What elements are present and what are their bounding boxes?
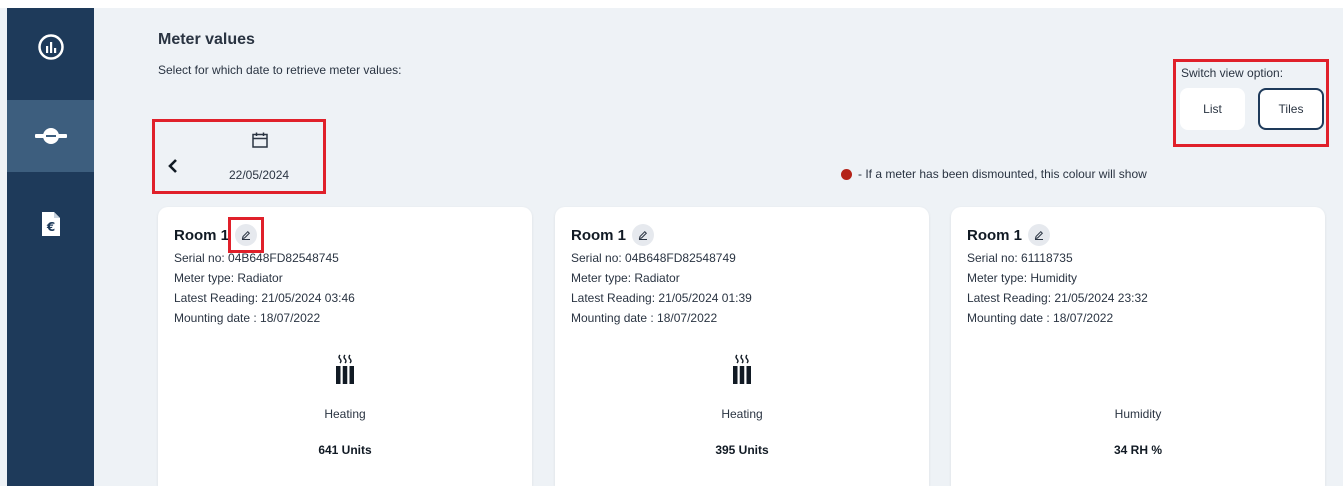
mounting-date: Mounting date : 18/07/2022 xyxy=(174,311,321,325)
meter-type: Meter type: Radiator xyxy=(174,271,283,285)
view-switch-label: Switch view option: xyxy=(1181,66,1284,80)
room-name: Room 1 xyxy=(571,226,627,244)
meter-card[interactable]: Room 1 Serial no: 04B648FD82548745 Meter… xyxy=(158,207,532,486)
sidebar-item-dashboard[interactable] xyxy=(7,11,94,83)
radiator-icon xyxy=(336,354,354,384)
serial-number: Serial no: 04B648FD82548749 xyxy=(571,251,736,265)
mounting-date: Mounting date : 18/07/2022 xyxy=(967,311,1114,325)
meter-value: 641 Units xyxy=(318,443,372,457)
chart-circle-icon xyxy=(37,34,64,60)
date-picker: 22/05/2024 xyxy=(152,119,326,194)
meter-category: Heating xyxy=(324,407,366,421)
meter-type: Meter type: Radiator xyxy=(571,271,680,285)
euro-document-icon: € xyxy=(41,212,60,236)
highlight-box xyxy=(228,217,265,253)
sidebar: € xyxy=(7,8,94,486)
page-title: Meter values xyxy=(158,31,255,48)
meter-type: Meter type: Humidity xyxy=(967,271,1078,285)
page-subtitle: Select for which date to retrieve meter … xyxy=(158,63,402,77)
sidebar-item-meters[interactable] xyxy=(7,100,94,172)
latest-reading: Latest Reading: 21/05/2024 23:32 xyxy=(967,291,1148,305)
list-view-button[interactable]: List xyxy=(1180,88,1245,130)
mounting-date: Mounting date : 18/07/2022 xyxy=(571,311,718,325)
meter-card[interactable]: Room 1 Serial no: 04B648FD82548749 Meter… xyxy=(555,207,929,486)
meter-category: Humidity xyxy=(1114,407,1162,421)
dismounted-color-dot xyxy=(841,168,852,180)
meter-value: 395 Units xyxy=(715,443,769,457)
pencil-icon xyxy=(638,230,648,240)
serial-number: Serial no: 61118735 xyxy=(967,251,1073,265)
sidebar-item-billing[interactable]: € xyxy=(7,188,94,260)
edit-button[interactable] xyxy=(1028,224,1051,246)
chevron-left-icon[interactable] xyxy=(168,158,178,174)
view-switch: Switch view option: List Tiles xyxy=(1173,59,1329,147)
legend-text: - If a meter has been dismounted, this c… xyxy=(858,167,1147,181)
top-strip xyxy=(0,0,1343,8)
room-name: Room 1 xyxy=(967,226,1023,244)
edit-button[interactable] xyxy=(228,217,265,253)
radiator-icon xyxy=(733,354,751,384)
meter-value: 34 RH % xyxy=(1113,443,1163,457)
tiles-view-button[interactable]: Tiles xyxy=(1258,88,1324,130)
latest-reading: Latest Reading: 21/05/2024 01:39 xyxy=(571,291,752,305)
room-name: Room 1 xyxy=(174,226,230,244)
pencil-icon xyxy=(1034,230,1044,240)
edit-button[interactable] xyxy=(632,224,655,246)
meter-card[interactable]: Room 1 Serial no: 61118735 Meter type: H… xyxy=(951,207,1325,486)
latest-reading: Latest Reading: 21/05/2024 03:46 xyxy=(174,291,355,305)
calendar-icon[interactable] xyxy=(252,132,268,148)
dismount-legend: - If a meter has been dismounted, this c… xyxy=(841,167,1147,181)
svg-text:€: € xyxy=(45,220,54,234)
meter-category: Heating xyxy=(721,407,763,421)
serial-number: Serial no: 04B648FD82548745 xyxy=(174,251,339,265)
selected-date[interactable]: 22/05/2024 xyxy=(229,168,289,182)
meter-pipe-icon xyxy=(34,128,67,144)
